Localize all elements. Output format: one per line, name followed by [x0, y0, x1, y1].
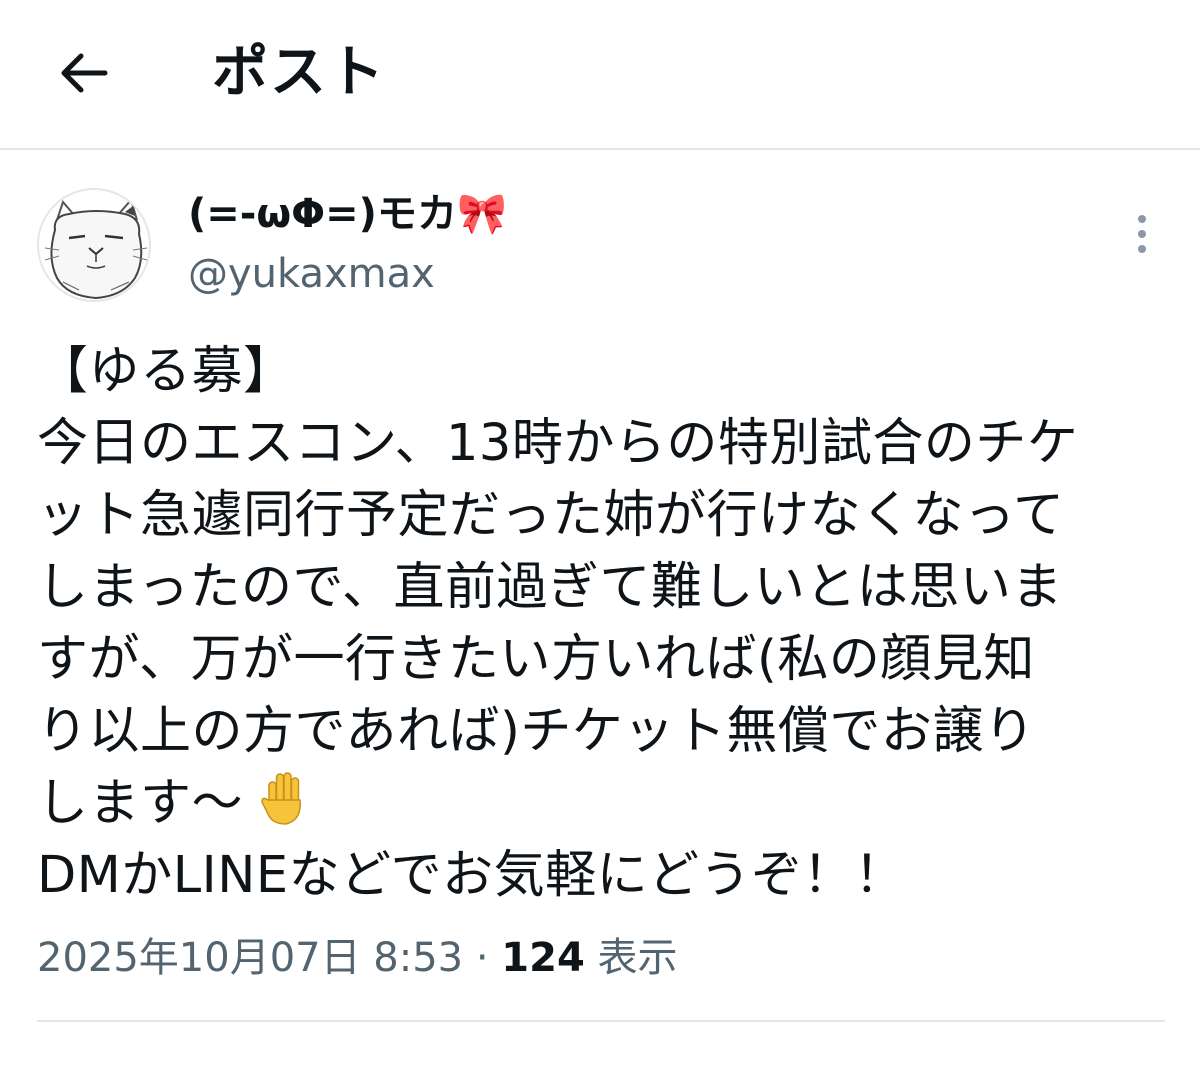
more-vertical-icon — [1138, 215, 1146, 223]
more-vertical-icon-dot — [1138, 245, 1146, 253]
tweet-line: 今日のエスコン、13時からの特別試合のチケ — [37, 414, 1079, 473]
views-count[interactable]: 124 — [501, 935, 585, 981]
tweet-meta: 2025年10月07日 8:53 · 124 表示 — [37, 928, 678, 988]
tweet-line: すが、万が一行きたい方いれば(私の顔見知 — [37, 630, 1035, 689]
tweet-line: しまったので、直前過ぎて難しいとは思いま — [37, 558, 1063, 617]
tweet-line-text: します〜 — [37, 774, 244, 833]
views-label: 表示 — [597, 935, 678, 981]
display-name[interactable]: (=-ωΦ=)モカ🎀 — [188, 188, 507, 240]
more-options-button[interactable] — [1120, 210, 1164, 258]
avatar[interactable] — [37, 188, 151, 302]
page-title: ポスト — [212, 40, 386, 105]
tweet-line: り以上の方であれば)チケット無償でお譲り — [37, 702, 1036, 761]
tweet-line: 【ゆる募】 — [37, 342, 295, 401]
top-bar: ポスト — [0, 0, 1200, 150]
more-vertical-icon-dot — [1138, 230, 1146, 238]
tweet-line-with-emoji: します〜 — [37, 768, 1167, 840]
divider — [37, 1020, 1165, 1022]
tweet-line: ット急遽同行予定だった姉が行けなくなって — [37, 486, 1065, 545]
user-handle[interactable]: @yukaxmax — [188, 248, 435, 300]
cat-sketch-avatar — [44, 197, 148, 300]
raised-hand-icon — [260, 772, 301, 825]
back-button[interactable] — [45, 35, 120, 110]
tweet-line: DMかLINEなどでお気軽にどうぞ！！ — [37, 846, 906, 905]
arrow-left-icon — [61, 53, 107, 92]
meta-separator: · — [475, 935, 489, 981]
tweet-text: 【ゆる募】 今日のエスコン、13時からの特別試合のチケ ット急遽同行予定だった姉… — [37, 336, 1167, 912]
timestamp[interactable]: 2025年10月07日 8:53 — [37, 935, 463, 981]
